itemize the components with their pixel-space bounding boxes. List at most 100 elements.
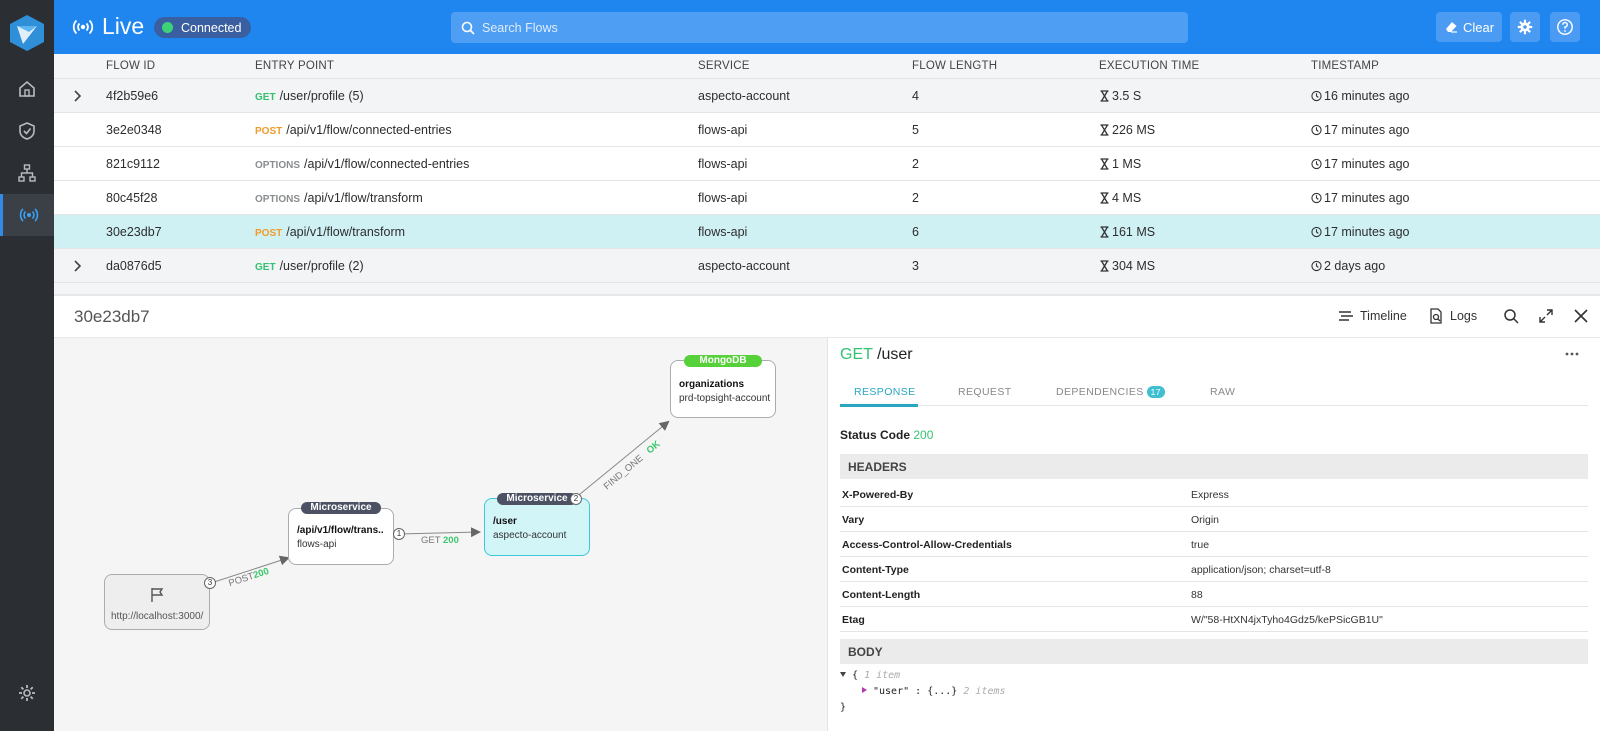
sidebar-item-security[interactable] xyxy=(0,110,54,152)
timestamp: 2 days ago xyxy=(1311,259,1385,273)
header-row: Access-Control-Allow-Credentials true xyxy=(840,532,1588,557)
column-header-flow-id[interactable]: FLOW ID xyxy=(106,60,155,72)
tab-response[interactable]: RESPONSE xyxy=(854,386,916,398)
entry-point: GET/user/profile (5) xyxy=(255,89,364,103)
json-key: "user" xyxy=(873,686,910,697)
more-options-icon[interactable] xyxy=(1564,350,1580,358)
table-row-selected[interactable]: 30e23db7 POST/api/v1/flow/transform flow… xyxy=(54,215,1600,249)
close-icon[interactable] xyxy=(1573,308,1589,324)
gear-icon xyxy=(19,685,35,701)
search-icon xyxy=(461,21,475,35)
column-header-service[interactable]: SERVICE xyxy=(698,60,750,72)
header-key: Etag xyxy=(842,614,865,626)
json-item-count: 1 item xyxy=(864,670,901,681)
table-row[interactable]: 3e2e0348 POST/api/v1/flow/connected-entr… xyxy=(54,113,1600,147)
header-key: Content-Type xyxy=(842,564,909,576)
aspecto-logo[interactable] xyxy=(9,14,45,52)
search-input[interactable] xyxy=(482,20,1162,35)
response-path: /user xyxy=(877,346,913,363)
node-service: flows-api xyxy=(297,539,337,550)
clear-button-label: Clear xyxy=(1462,19,1495,35)
tab-dependencies-label: DEPENDENCIES xyxy=(1056,386,1144,398)
header-row: Etag W/"58-HtXN4jxTyho4Gdz5/kePSicGB1U" xyxy=(840,607,1588,632)
timestamp-value: 17 minutes ago xyxy=(1324,123,1410,137)
column-header-execution-time[interactable]: EXECUTION TIME xyxy=(1099,60,1199,72)
execution-time: 1 MS xyxy=(1099,157,1141,171)
sidebar-item-services[interactable] xyxy=(0,152,54,194)
hourglass-icon xyxy=(1100,124,1109,136)
column-header-timestamp[interactable]: TIMESTAMP xyxy=(1311,60,1379,72)
json-user-line[interactable]: "user" : {...} 2 items xyxy=(840,686,1006,702)
json-open-brace: { xyxy=(852,670,859,681)
table-row[interactable]: 4f2b59e6 GET/user/profile (5) aspecto-ac… xyxy=(54,79,1600,113)
http-method: GET xyxy=(255,92,276,103)
execution-time: 304 MS xyxy=(1099,259,1155,273)
expand-icon[interactable] xyxy=(1538,308,1554,324)
node-service: aspecto-account xyxy=(493,530,567,541)
http-method: OPTIONS xyxy=(255,160,301,171)
chevron-right-icon[interactable] xyxy=(72,260,82,272)
column-header-entry-point[interactable]: ENTRY POINT xyxy=(255,60,334,72)
clock-icon xyxy=(1311,260,1322,272)
json-root-line[interactable]: { 1 item xyxy=(840,670,1006,686)
timeline-label: Timeline xyxy=(1360,309,1407,323)
tab-dependencies[interactable]: DEPENDENCIES 17 xyxy=(1056,386,1165,398)
table-row[interactable]: 821c9112 OPTIONS/api/v1/flow/connected-e… xyxy=(54,147,1600,181)
sidebar-item-live[interactable] xyxy=(0,194,54,236)
flow-graph[interactable]: http://localhost:3000/ 3 POST200 /api/v1… xyxy=(54,338,828,731)
search-icon[interactable] xyxy=(1503,308,1519,324)
clear-button[interactable]: Clear xyxy=(1436,12,1502,42)
flow-length: 6 xyxy=(912,225,919,239)
expand-triangle-icon[interactable] xyxy=(862,687,867,693)
entry-path: /api/v1/flow/connected-entries xyxy=(304,157,470,171)
timeline-button[interactable]: Timeline xyxy=(1338,308,1407,324)
chevron-right-icon[interactable] xyxy=(72,90,82,102)
collapse-triangle-icon[interactable] xyxy=(840,672,846,677)
http-method: POST xyxy=(255,126,283,137)
execution-time-value: 304 MS xyxy=(1112,259,1156,273)
search-bar[interactable] xyxy=(451,12,1188,43)
origin-node[interactable]: http://localhost:3000/ xyxy=(104,574,210,630)
sitemap-icon xyxy=(18,164,36,182)
sidebar xyxy=(0,0,54,731)
service-name: flows-api xyxy=(698,157,748,171)
header-key: X-Powered-By xyxy=(842,489,914,501)
service-node-user[interactable]: /user aspecto-account xyxy=(484,498,590,556)
edge-method: GET xyxy=(421,535,441,546)
header-row: Content-Length 88 xyxy=(840,582,1588,607)
json-close-line: } xyxy=(840,702,1006,718)
json-close-brace: } xyxy=(840,702,847,713)
execution-time-value: 1 MS xyxy=(1112,157,1142,171)
logs-button[interactable]: Logs xyxy=(1428,308,1477,324)
flow-length: 4 xyxy=(912,89,919,103)
timestamp: 16 minutes ago xyxy=(1311,89,1409,103)
tab-raw[interactable]: RAW xyxy=(1210,386,1235,398)
service-node-flows-api[interactable]: /api/v1/flow/trans.. flows-api xyxy=(288,508,394,565)
entry-point: POST/api/v1/flow/transform xyxy=(255,225,405,239)
table-row[interactable]: 80c45f28 OPTIONS/api/v1/flow/transform f… xyxy=(54,181,1600,215)
headers-section-title[interactable]: HEADERS xyxy=(840,454,1588,479)
timestamp: 17 minutes ago xyxy=(1311,123,1409,137)
body-section-title[interactable]: BODY xyxy=(840,639,1588,664)
execution-time-value: 4 MS xyxy=(1112,191,1142,205)
column-header-flow-length[interactable]: FLOW LENGTH xyxy=(912,60,997,72)
mongodb-tag: MongoDB xyxy=(684,355,762,367)
flow-length: 5 xyxy=(912,123,919,137)
shield-check-icon xyxy=(19,122,35,140)
sidebar-item-home[interactable] xyxy=(0,68,54,110)
service-name: aspecto-account xyxy=(698,259,790,273)
header-value: W/"58-HtXN4jxTyho4Gdz5/kePSicGB1U" xyxy=(1191,614,1383,626)
flow-id: 4f2b59e6 xyxy=(106,89,159,103)
tab-request[interactable]: REQUEST xyxy=(958,386,1012,398)
settings-button[interactable] xyxy=(1510,12,1540,42)
flow-id: 821c9112 xyxy=(106,157,160,171)
table-row[interactable]: da0876d5 GET/user/profile (2) aspecto-ac… xyxy=(54,249,1600,283)
clock-icon xyxy=(1311,192,1322,204)
sidebar-item-settings[interactable] xyxy=(0,672,54,714)
execution-time-value: 161 MS xyxy=(1112,225,1156,239)
database-node-mongodb[interactable]: organizations prd-topsight-account xyxy=(670,360,776,418)
microservice-tag: Microservice xyxy=(301,502,381,514)
execution-time-value: 226 MS xyxy=(1112,123,1156,137)
flow-length: 3 xyxy=(912,259,919,273)
help-button[interactable] xyxy=(1550,12,1580,42)
